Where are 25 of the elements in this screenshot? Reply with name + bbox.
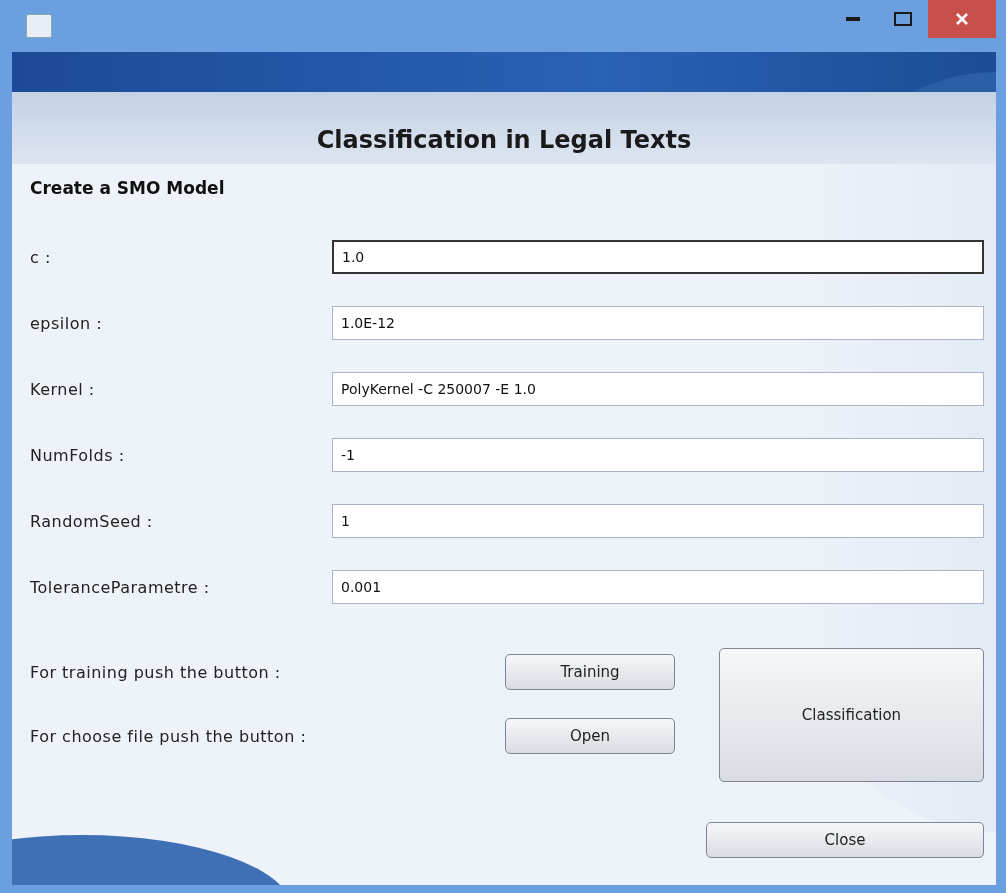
maximize-icon bbox=[894, 12, 912, 26]
field-label: ToleranceParametre : bbox=[30, 577, 211, 597]
section-title: Create a SMO Model bbox=[30, 178, 226, 198]
input-field[interactable]: -1 bbox=[332, 438, 984, 472]
close-icon bbox=[955, 12, 969, 26]
field-label: Kernel : bbox=[30, 379, 96, 399]
classification-button[interactable]: Classification bbox=[719, 648, 984, 782]
field-label: RandomSeed : bbox=[30, 511, 154, 531]
minimize-icon bbox=[846, 17, 860, 21]
field-label: epsilon : bbox=[30, 313, 104, 333]
input-field[interactable]: 1.0 bbox=[332, 240, 984, 274]
app-icon bbox=[26, 14, 52, 38]
close-button[interactable]: Close bbox=[706, 822, 984, 858]
input-field[interactable]: PolyKernel -C 250007 -E 1.0 bbox=[332, 372, 984, 406]
field-label: c : bbox=[30, 247, 52, 267]
close-window-button[interactable] bbox=[928, 0, 996, 38]
action-button[interactable]: Training bbox=[505, 654, 675, 690]
action-button[interactable]: Open bbox=[505, 718, 675, 754]
input-field[interactable]: 1.0E-12 bbox=[332, 306, 984, 340]
input-field[interactable]: 1 bbox=[332, 504, 984, 538]
action-label: For choose file push the button : bbox=[30, 726, 308, 746]
input-field[interactable]: 0.001 bbox=[332, 570, 984, 604]
dialog-heading: Classification in Legal Texts bbox=[316, 126, 692, 154]
field-label: NumFolds : bbox=[30, 445, 126, 465]
action-label: For training push the button : bbox=[30, 662, 282, 682]
